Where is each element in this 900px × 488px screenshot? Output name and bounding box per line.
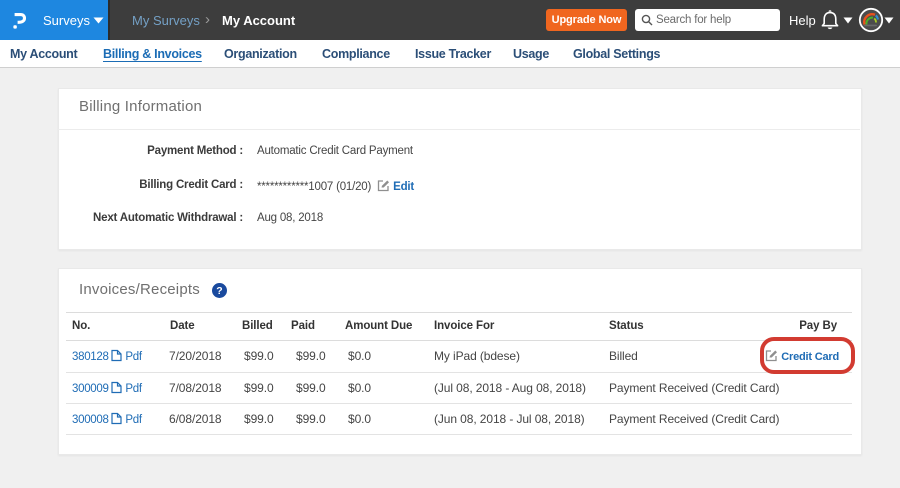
- svg-text:?: ?: [216, 285, 222, 297]
